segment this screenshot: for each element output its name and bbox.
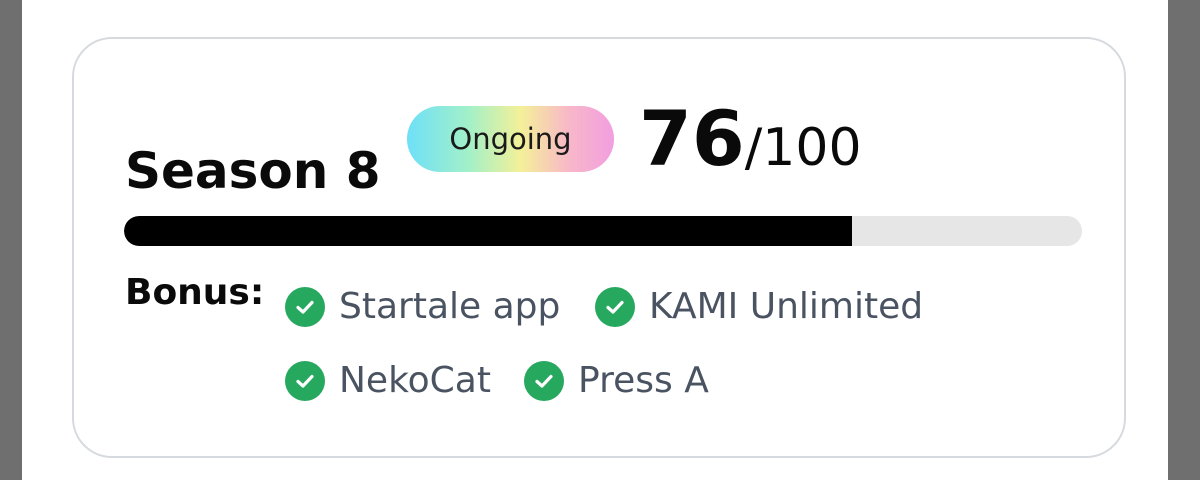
progress-bar-fill (124, 216, 853, 246)
bonus-item-startale-app: Startale app (285, 285, 560, 329)
check-circle-icon (285, 287, 325, 327)
status-badge: Ongoing (407, 106, 614, 172)
bonus-item-nekocat: NekoCat (285, 359, 491, 403)
progress-bar (124, 216, 1082, 246)
bonus-item-label: NekoCat (339, 360, 491, 401)
bonus-label: Bonus: (125, 272, 265, 313)
bonus-item-label: Press A (578, 360, 709, 401)
score-value: 76 (639, 94, 745, 183)
bonus-item-label: Startale app (339, 286, 561, 327)
check-circle-icon (285, 361, 325, 401)
bonus-item-press-a: Press A (524, 359, 709, 403)
score-total: /100 (744, 118, 862, 178)
check-circle-icon (524, 361, 564, 401)
season-title: Season 8 (125, 142, 381, 200)
season-score: 76/100 (639, 91, 862, 196)
season-card: Season 8 Ongoing 76/100 Bonus: Startale … (72, 37, 1126, 458)
check-circle-icon (595, 287, 635, 327)
page-panel: Season 8 Ongoing 76/100 Bonus: Startale … (22, 0, 1168, 480)
bonus-item-kami-unlimited: KAMI Unlimited (595, 285, 923, 329)
status-badge-label: Ongoing (449, 122, 572, 156)
bonus-item-label: KAMI Unlimited (649, 286, 924, 327)
